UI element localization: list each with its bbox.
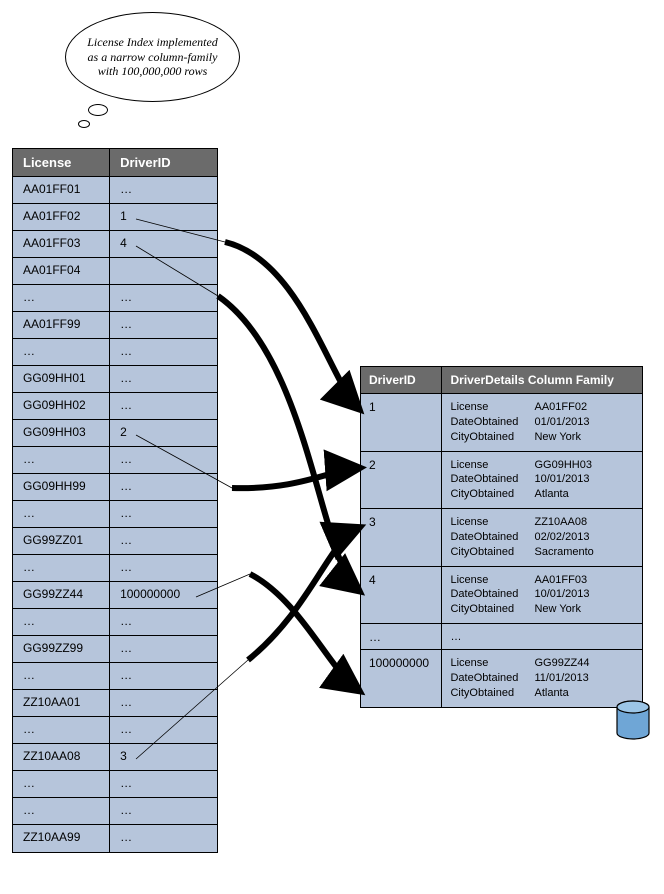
table-row: …… (13, 501, 217, 528)
table-row: 1 LicenseAA01FF02 DateObtained01/01/2013… (361, 394, 642, 452)
speech-bubble-tail (88, 104, 108, 116)
speech-bubble-tail (78, 120, 90, 128)
table-row: GG09HH99… (13, 474, 217, 501)
table-row: AA01FF99… (13, 312, 217, 339)
license-index-table: License DriverID AA01FF01… AA01FF021 AA0… (12, 148, 218, 853)
table-row: ZZ10AA99… (13, 825, 217, 852)
table-row: …… (13, 609, 217, 636)
table-row: AA01FF034 (13, 231, 217, 258)
table-row: GG99ZZ44100000000 (13, 582, 217, 609)
table-row: AA01FF021 (13, 204, 217, 231)
table-row: AA01FF01… (13, 177, 217, 204)
table-row: …… (13, 339, 217, 366)
table-row: 4 LicenseAA01FF03 DateObtained10/01/2013… (361, 567, 642, 625)
table-row: GG09HH01… (13, 366, 217, 393)
speech-bubble: License Index implemented as a narrow co… (65, 12, 240, 102)
speech-bubble-text: License Index implemented as a narrow co… (84, 35, 221, 78)
table-row: GG99ZZ01… (13, 528, 217, 555)
table-row: …… (13, 717, 217, 744)
table-row: GG09HH02… (13, 393, 217, 420)
table-row: 100000000 LicenseGG99ZZ44 DateObtained11… (361, 650, 642, 707)
table-row: …… (13, 663, 217, 690)
column-header-driverid: DriverID (361, 367, 442, 393)
table-row: …… (13, 285, 217, 312)
database-icon (615, 700, 651, 742)
table-row: ZZ10AA083 (13, 744, 217, 771)
column-header-driverdetails: DriverDetails Column Family (442, 367, 642, 393)
table-row: GG99ZZ99… (13, 636, 217, 663)
table-row: GG09HH032 (13, 420, 217, 447)
table-row: …… (13, 555, 217, 582)
table-row: 3 LicenseZZ10AA08 DateObtained02/02/2013… (361, 509, 642, 567)
table-row: AA01FF04 (13, 258, 217, 285)
table-header-row: DriverID DriverDetails Column Family (361, 367, 642, 394)
table-row: …… (13, 447, 217, 474)
table-row: …… (13, 798, 217, 825)
table-row: ZZ10AA01… (13, 690, 217, 717)
table-row: 2 LicenseGG09HH03 DateObtained10/01/2013… (361, 452, 642, 510)
table-row-ellipsis: … … (361, 624, 642, 650)
table-header-row: License DriverID (13, 149, 217, 177)
column-header-license: License (13, 149, 110, 176)
driver-details-table: DriverID DriverDetails Column Family 1 L… (360, 366, 643, 708)
table-row: …… (13, 771, 217, 798)
column-header-driverid: DriverID (110, 149, 217, 176)
